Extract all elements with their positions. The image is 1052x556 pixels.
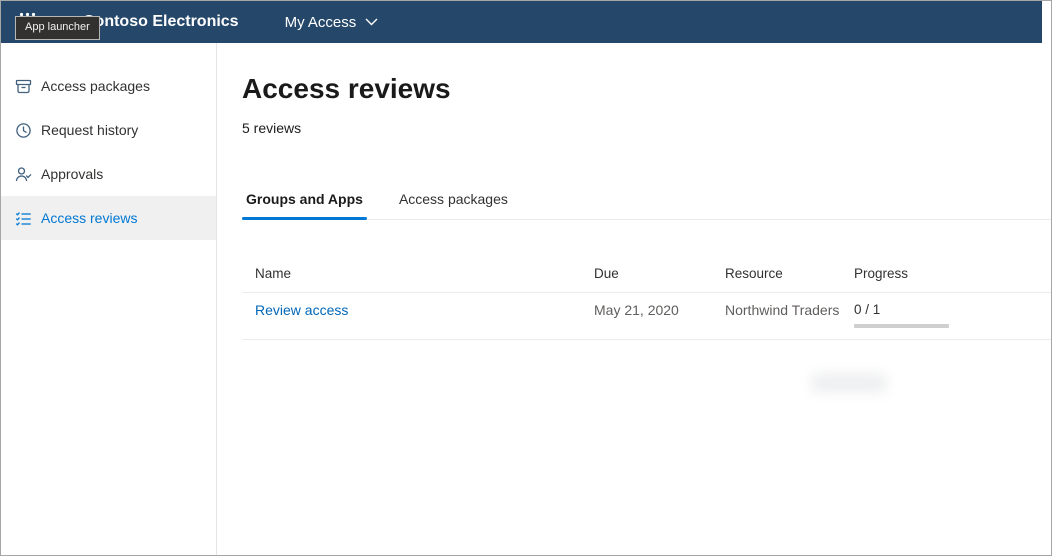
approvals-icon [15, 166, 32, 183]
review-count: 5 reviews [242, 120, 1051, 136]
page-title: Access reviews [242, 73, 1051, 105]
due-cell: May 21, 2020 [594, 293, 725, 340]
app-launcher-tooltip: App launcher [15, 16, 100, 40]
package-icon [15, 78, 32, 95]
resource-cell: Northwind Traders [725, 293, 854, 340]
column-header-resource[interactable]: Resource [725, 256, 854, 293]
sidebar-item-label: Access reviews [41, 210, 137, 226]
progress-label: 0 / 1 [854, 302, 1043, 317]
sidebar-item-label: Approvals [41, 166, 103, 182]
top-bar: Contoso Electronics My Access [1, 1, 1042, 43]
tab-access-packages[interactable]: Access packages [395, 191, 512, 219]
org-name: Contoso Electronics [83, 13, 239, 31]
progress-bar [854, 324, 949, 328]
sidebar-item-approvals[interactable]: Approvals [1, 152, 216, 196]
sidebar-item-access-packages[interactable]: Access packages [1, 64, 216, 108]
progress-cell: 0 / 1 [854, 293, 1051, 340]
sidebar-item-request-history[interactable]: Request history [1, 108, 216, 152]
column-header-progress[interactable]: Progress [854, 256, 1051, 293]
history-icon [15, 122, 32, 139]
access-reviews-table: Name Due Resource Progress Review access… [242, 256, 1051, 340]
scrollbar-track[interactable] [1042, 1, 1051, 43]
tab-groups-and-apps[interactable]: Groups and Apps [242, 191, 367, 219]
sidebar-item-label: Request history [41, 122, 138, 138]
main-content: Access reviews 5 reviews Groups and Apps… [218, 43, 1051, 555]
table-header-row: Name Due Resource Progress [242, 256, 1051, 293]
sidebar-item-access-reviews[interactable]: Access reviews [1, 196, 216, 240]
reviews-icon [15, 210, 32, 227]
my-access-dropdown[interactable]: My Access [285, 13, 379, 31]
my-access-portal-window: Contoso Electronics My Access App launch… [0, 0, 1052, 556]
review-access-link[interactable]: Review access [255, 302, 348, 318]
sidebar: Access packages Request history Approval… [1, 43, 217, 555]
sidebar-item-label: Access packages [41, 78, 150, 94]
column-header-due[interactable]: Due [594, 256, 725, 293]
tab-bar: Groups and Apps Access packages [242, 191, 1051, 220]
column-header-name[interactable]: Name [242, 256, 594, 293]
table-row: Review access May 21, 2020 Northwind Tra… [242, 293, 1051, 340]
my-access-label: My Access [285, 14, 357, 31]
chevron-down-icon [356, 13, 378, 31]
